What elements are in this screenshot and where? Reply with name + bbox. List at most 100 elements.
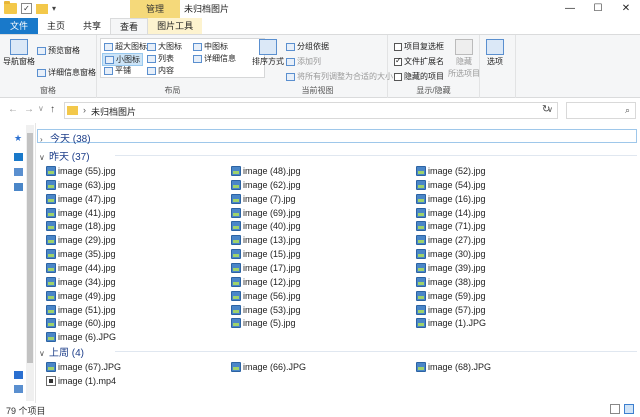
list-item[interactable]: image (1).JPG [416,317,486,329]
hidden-items-toggle[interactable]: 隐藏的项目 [394,71,444,82]
list-item[interactable]: image (54).jpg [416,179,486,191]
list-item[interactable]: image (13).jpg [231,234,301,246]
large-icons-option[interactable]: 大图标 [147,41,182,52]
list-item[interactable]: image (62).jpg [231,179,301,191]
list-item[interactable]: image (35).jpg [46,248,116,260]
list-option[interactable]: 列表 [147,53,174,64]
list-item[interactable]: image (40).jpg [231,220,301,232]
list-item[interactable]: image (17).jpg [231,262,301,274]
list-item[interactable]: image (38).jpg [416,276,486,288]
user-folder-icon[interactable] [14,168,23,176]
list-item[interactable]: image (6).JPG [46,331,116,343]
file-extensions-toggle[interactable]: 文件扩展名 [394,56,444,67]
large-icons-view-icon[interactable] [624,404,634,414]
chevron-down-icon[interactable]: ∨ [39,153,49,162]
recent-locations-icon[interactable]: ∨ [38,104,44,113]
search-input[interactable]: ⌕ [566,102,636,119]
group-by-icon [286,42,295,51]
content-option[interactable]: 内容 [147,65,174,76]
list-item[interactable]: image (5).jpg [231,317,296,329]
hidden-items-checkbox[interactable] [394,72,402,81]
tab-share[interactable]: 共享 [74,18,110,34]
list-item[interactable]: image (27).jpg [416,234,486,246]
breadcrumb-separator-icon[interactable]: › [83,105,86,115]
item-checkboxes-checkbox[interactable] [394,42,402,51]
list-item[interactable]: image (53).jpg [231,304,301,316]
medium-icons-option[interactable]: 中图标 [193,41,228,52]
list-item[interactable]: image (14).jpg [416,207,486,219]
add-columns-button[interactable]: 添加列 [286,56,321,67]
list-item[interactable]: image (47).jpg [46,193,116,205]
size-columns-button[interactable]: 将所有列调整为合适的大小 [286,71,393,82]
list-item[interactable]: image (55).jpg [46,165,116,177]
list-item[interactable]: image (12).jpg [231,276,301,288]
list-item[interactable]: image (67).JPG [46,361,121,373]
list-item[interactable]: image (69).jpg [231,207,301,219]
extra-large-icons-option[interactable]: 超大图标 [104,41,147,52]
image-file-icon [46,166,56,176]
address-bar[interactable]: › 未归档图片 ∨ [64,102,558,119]
nav-pane-button[interactable]: 导航窗格 [3,39,35,67]
list-item[interactable]: image (44).jpg [46,262,116,274]
list-item[interactable]: image (52).jpg [416,165,486,177]
properties-icon[interactable]: ✓ [21,3,32,14]
sort-by-button[interactable]: 排序方式 [252,39,284,67]
back-arrow-icon[interactable]: ← [8,104,18,115]
refresh-icon[interactable]: ↻ [542,104,550,115]
list-item[interactable]: image (51).jpg [46,304,116,316]
list-item[interactable]: image (66).JPG [231,361,306,373]
minimize-button[interactable]: — [556,0,584,18]
onedrive-icon[interactable] [14,153,23,161]
list-item[interactable]: image (7).jpg [231,193,296,205]
list-item[interactable]: image (41).jpg [46,207,116,219]
tab-file[interactable]: 文件 [0,18,39,34]
item-checkboxes-toggle[interactable]: 项目复选框 [394,41,444,52]
windows-drive-icon[interactable] [14,371,23,379]
group-by-button[interactable]: 分组依据 [286,41,329,52]
list-item[interactable]: image (29).jpg [46,234,116,246]
maximize-button[interactable]: ☐ [584,0,612,18]
tab-picture-tools[interactable]: 图片工具 [148,18,203,34]
list-item[interactable]: image (39).jpg [416,262,486,274]
tiles-option[interactable]: 平铺 [104,65,131,76]
list-item[interactable]: image (15).jpg [231,248,301,260]
quick-access-star-icon[interactable]: ★ [14,133,23,143]
list-item[interactable]: image (30).jpg [416,248,486,260]
list-item[interactable]: image (49).jpg [46,290,116,302]
preview-pane-button[interactable]: 预览窗格 [37,45,80,56]
this-pc-icon[interactable] [14,183,23,191]
tab-home[interactable]: 主页 [38,18,74,34]
options-button[interactable]: 选项 [486,39,504,67]
list-item[interactable]: image (1).mp4 [46,375,116,387]
list-item[interactable]: image (68).JPG [416,361,491,373]
details-view-icon[interactable] [610,404,620,414]
list-item[interactable]: image (59).jpg [416,290,486,302]
manage-tab[interactable]: 管理 [130,0,180,18]
list-item[interactable]: image (56).jpg [231,290,301,302]
list-item[interactable]: image (57).jpg [416,304,486,316]
close-button[interactable]: ✕ [612,0,640,18]
breadcrumb-current[interactable]: 未归档图片 [91,105,136,118]
list-item[interactable]: image (18).jpg [46,220,116,232]
tab-view[interactable]: 查看 [110,18,149,34]
chevron-down-icon[interactable]: ∨ [39,349,49,358]
up-arrow-icon[interactable]: ↑ [50,104,55,115]
file-extensions-checkbox[interactable] [394,56,402,66]
hide-selected-button[interactable]: 隐藏 所选项目 [448,39,480,79]
details-pane-button[interactable]: 详细信息窗格 [37,67,96,78]
details-option[interactable]: 详细信息 [193,53,236,64]
group-header-today[interactable]: › 今天 (38) [37,129,637,145]
list-item[interactable]: image (60).jpg [46,317,116,329]
network-icon[interactable] [14,385,23,393]
nav-pane-scrollbar[interactable] [26,125,34,401]
chevron-right-icon[interactable]: › [40,135,50,144]
new-folder-icon[interactable] [36,3,48,14]
forward-arrow-icon[interactable]: → [24,104,34,115]
customize-toolbar-icon[interactable]: ▾ [52,4,56,13]
list-item[interactable]: image (16).jpg [416,193,486,205]
list-item[interactable]: image (71).jpg [416,220,486,232]
list-item[interactable]: image (48).jpg [231,165,301,177]
list-item[interactable]: image (63).jpg [46,179,116,191]
list-item[interactable]: image (34).jpg [46,276,116,288]
nav-pane-scroll-thumb[interactable] [27,133,33,363]
